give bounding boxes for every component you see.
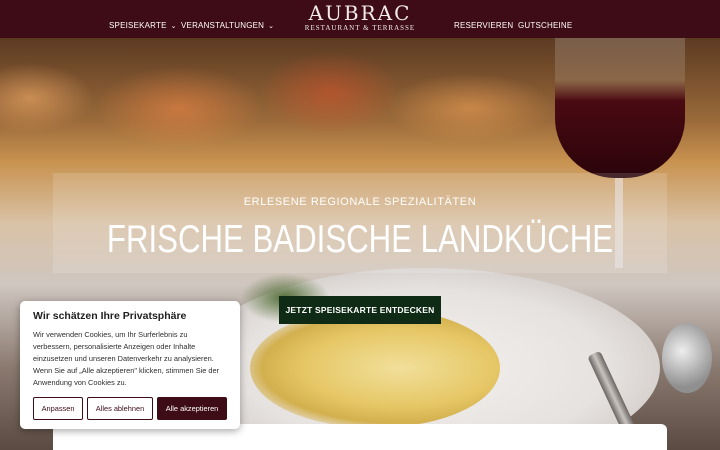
wine-glass-image <box>555 38 685 178</box>
logo-tagline: RESTAURANT & TERRASSE <box>304 24 416 32</box>
cookie-title: Wir schätzen Ihre Privatsphäre <box>33 310 187 322</box>
nav-reservieren[interactable]: RESERVIEREN <box>454 0 513 38</box>
nav-gutscheine-label: GUTSCHEINE <box>518 21 573 30</box>
hero-subtitle: ERLESENE REGIONALE SPEZIALITÄTEN <box>243 196 477 208</box>
explore-menu-button[interactable]: JETZT SPEISEKARTE ENTDECKEN <box>279 296 441 324</box>
accept-all-cookies-button[interactable]: Alle akzeptieren <box>157 397 227 420</box>
site-header: SPEISEKARTE ⌄ VERANSTALTUNGEN ⌄ AUBRAC RES… <box>0 0 720 38</box>
nav-reservieren-label: RESERVIEREN <box>454 21 514 30</box>
reject-all-cookies-button[interactable]: Alles ablehnen <box>87 397 153 420</box>
nav-speisekarte-label: SPEISEKARTE <box>109 21 167 30</box>
fish-dish-image <box>250 308 500 428</box>
chevron-down-icon: ⌄ <box>170 23 177 30</box>
hero-headline: FRISCHE BADISCHE LANDKÜCHE <box>106 218 614 261</box>
cookie-text: Wir verwenden Cookies, um Ihr Surferlebn… <box>33 330 220 387</box>
logo[interactable]: AUBRAC RESTAURANT & TERRASSE <box>300 2 420 33</box>
spoon-image <box>662 323 712 393</box>
chevron-down-icon: ⌄ <box>268 23 275 30</box>
nav-veranstaltungen-label: VERANSTALTUNGEN <box>181 21 265 30</box>
cookie-buttons: Anpassen Alles ablehnen Alle akzeptieren <box>33 397 229 420</box>
customize-cookies-button[interactable]: Anpassen <box>33 397 83 420</box>
logo-name: AUBRAC <box>308 1 412 25</box>
nav-gutscheine[interactable]: GUTSCHEINE <box>518 0 572 38</box>
cookie-consent-banner: Wir schätzen Ihre Privatsphäre Wir verwe… <box>20 301 240 429</box>
nav-speisekarte[interactable]: SPEISEKARTE ⌄ <box>109 0 177 38</box>
nav-veranstaltungen[interactable]: VERANSTALTUNGEN ⌄ <box>181 0 274 38</box>
